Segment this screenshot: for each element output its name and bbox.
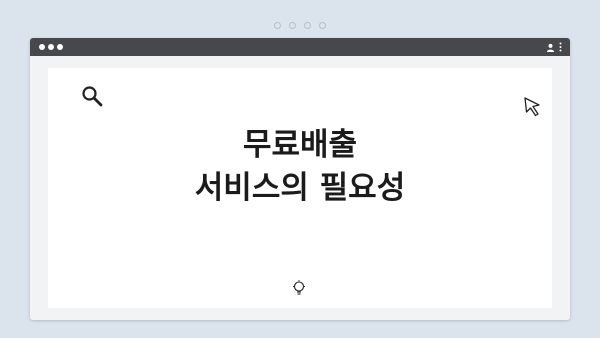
lightbulb-icon — [293, 280, 305, 295]
page-dot[interactable] — [304, 22, 311, 29]
window-dot-3[interactable] — [57, 44, 63, 50]
page-dot[interactable] — [319, 22, 326, 29]
window-titlebar — [30, 38, 570, 56]
page-dot[interactable] — [289, 22, 296, 29]
slide-title-line-1: 무료배출 — [242, 127, 358, 163]
window-dot-1[interactable] — [39, 44, 45, 50]
page-dot[interactable] — [274, 22, 281, 29]
window-dot-2[interactable] — [48, 44, 54, 50]
kebab-menu-icon[interactable] — [559, 42, 562, 52]
user-icon[interactable] — [546, 43, 555, 52]
slide-title-line-2: 서비스의 필요성 — [194, 170, 406, 206]
slide-content: 무료배출 서비스의 필요성 — [48, 68, 552, 308]
slide-title: 무료배출 서비스의 필요성 — [48, 124, 552, 210]
window-controls — [39, 44, 63, 50]
page-indicator — [0, 22, 600, 29]
browser-window: 무료배출 서비스의 필요성 — [30, 38, 570, 320]
search-icon — [82, 86, 103, 107]
titlebar-actions — [546, 42, 562, 52]
cursor-icon — [524, 97, 540, 117]
